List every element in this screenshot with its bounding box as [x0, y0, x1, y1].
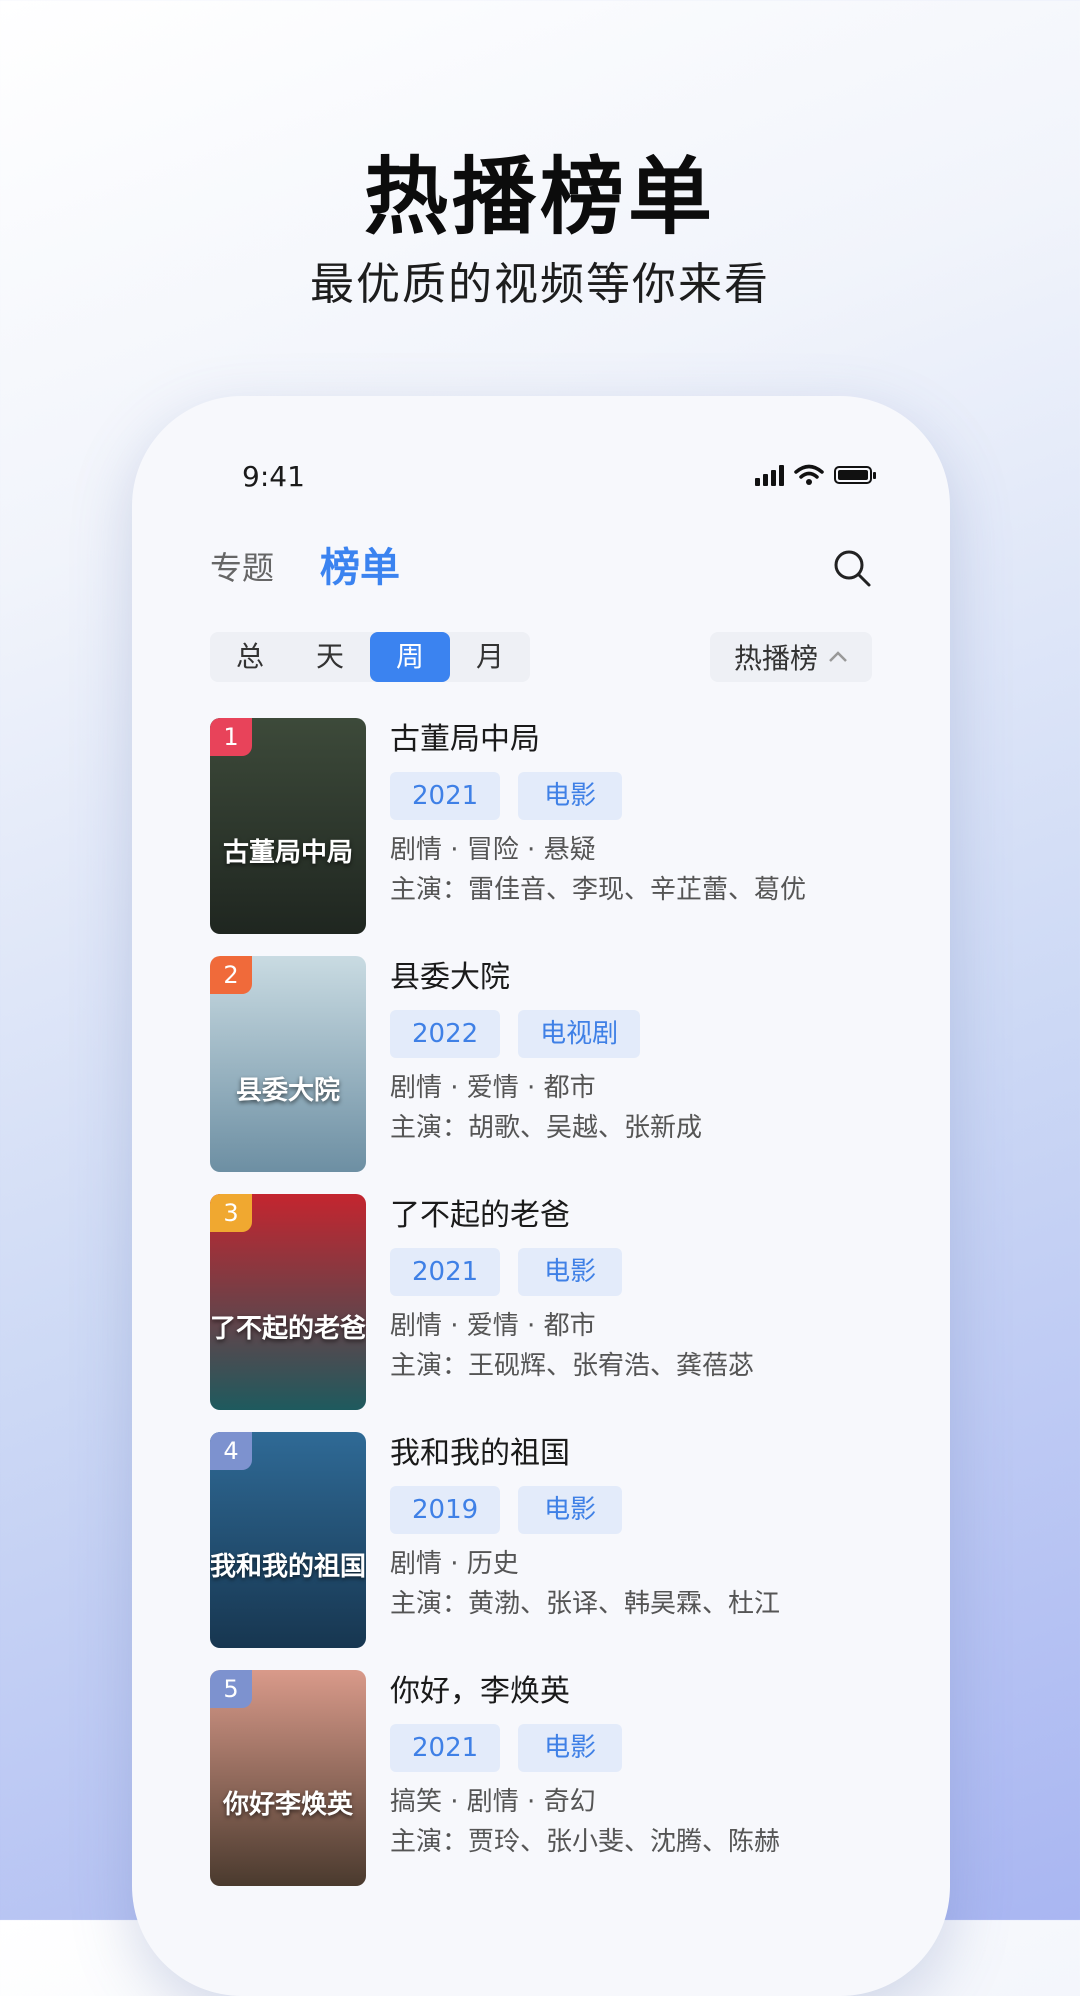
tab-topics[interactable]: 专题 — [210, 538, 274, 598]
year-tag: 2022 — [390, 1010, 501, 1058]
period-segmented-control: 总 天 周 月 — [210, 632, 530, 682]
battery-icon — [834, 466, 876, 484]
poster-title: 古董局中局 — [222, 838, 353, 868]
list-item[interactable]: 古董局中局 1 古董局中局 2021 电影 剧情 · 冒险 · 悬疑 主演：雷佳… — [210, 718, 910, 956]
list-item[interactable]: 了不起的老爸 3 了不起的老爸 2021 电影 剧情 · 爱情 · 都市 主演：… — [210, 1194, 910, 1432]
hero-subtitle: 最优质的视频等你来看 — [310, 259, 770, 310]
year-tag: 2021 — [390, 1248, 501, 1296]
genres: 剧情 · 历史 — [390, 1549, 519, 1579]
signal-icon — [755, 464, 784, 486]
type-tag: 电影 — [518, 1724, 623, 1772]
year-tag: 2019 — [390, 1486, 501, 1534]
poster-title: 县委大院 — [235, 1076, 340, 1106]
wifi-icon — [794, 464, 824, 485]
segment-day[interactable]: 天 — [290, 632, 370, 682]
poster-title: 了不起的老爸 — [210, 1314, 366, 1344]
poster-image: 了不起的老爸 3 — [210, 1194, 366, 1410]
type-tag: 电影 — [518, 1486, 623, 1534]
year-tag: 2021 — [390, 1724, 501, 1772]
genres: 搞笑 · 剧情 · 奇幻 — [390, 1787, 596, 1817]
poster-image: 古董局中局 1 — [210, 718, 366, 934]
cast: 主演：王砚辉、张宥浩、龚蓓苾 — [390, 1351, 755, 1381]
rank-badge: 2 — [210, 956, 252, 994]
genres: 剧情 · 爱情 · 都市 — [390, 1311, 596, 1341]
movie-title: 了不起的老爸 — [390, 1198, 570, 1233]
genres: 剧情 · 爱情 · 都市 — [390, 1073, 596, 1103]
status-time: 9:41 — [242, 460, 305, 493]
movie-title: 我和我的祖国 — [390, 1436, 570, 1471]
rank-badge: 4 — [210, 1432, 252, 1470]
rank-badge: 3 — [210, 1194, 252, 1232]
movie-title: 县委大院 — [390, 960, 510, 995]
list-item[interactable]: 县委大院 2 县委大院 2022 电视剧 剧情 · 爱情 · 都市 主演：胡歌、… — [210, 956, 910, 1194]
poster-image: 我和我的祖国 4 — [210, 1432, 366, 1648]
movie-title: 你好，李焕英 — [390, 1674, 570, 1709]
poster-title: 我和我的祖国 — [210, 1552, 366, 1582]
cast: 主演：黄渤、张译、韩昊霖、杜江 — [390, 1589, 781, 1619]
phone-frame: 9:41 专题 榜单 总 天 周 月 热播榜 古董局中局 1 古董局中局 202… — [132, 396, 950, 1996]
top-nav: 专题 榜单 — [210, 538, 872, 598]
rank-badge: 5 — [210, 1670, 252, 1708]
poster-title: 你好李焕英 — [222, 1790, 353, 1820]
chevron-up-icon — [829, 651, 847, 662]
poster-image: 你好李焕英 5 — [210, 1670, 366, 1886]
genres: 剧情 · 冒险 · 悬疑 — [390, 835, 596, 865]
cast: 主演：胡歌、吴越、张新成 — [390, 1113, 703, 1143]
type-tag: 电影 — [518, 772, 623, 820]
segment-month[interactable]: 月 — [450, 632, 530, 682]
cast: 主演：贾玲、张小斐、沈腾、陈赫 — [390, 1827, 781, 1857]
search-icon[interactable] — [832, 548, 872, 588]
movie-title: 古董局中局 — [390, 722, 540, 757]
rank-type-label: 热播榜 — [733, 642, 818, 675]
segment-total[interactable]: 总 — [210, 632, 290, 682]
list-item[interactable]: 我和我的祖国 4 我和我的祖国 2019 电影 剧情 · 历史 主演：黄渤、张译… — [210, 1432, 910, 1670]
rank-type-dropdown[interactable]: 热播榜 — [709, 632, 872, 682]
list-item[interactable]: 你好李焕英 5 你好，李焕英 2021 电影 搞笑 · 剧情 · 奇幻 主演：贾… — [210, 1670, 910, 1908]
type-tag: 电视剧 — [518, 1010, 641, 1058]
tab-ranking[interactable]: 榜单 — [320, 538, 400, 598]
segment-week[interactable]: 周 — [370, 632, 450, 682]
year-tag: 2021 — [390, 772, 501, 820]
type-tag: 电影 — [518, 1248, 623, 1296]
ranking-list: 古董局中局 1 古董局中局 2021 电影 剧情 · 冒险 · 悬疑 主演：雷佳… — [210, 718, 910, 1908]
rank-badge: 1 — [210, 718, 252, 756]
status-icons — [755, 464, 876, 486]
hero-title: 热播榜单 — [363, 148, 716, 246]
poster-image: 县委大院 2 — [210, 956, 366, 1172]
cast: 主演：雷佳音、李现、辛芷蕾、葛优 — [390, 875, 807, 905]
